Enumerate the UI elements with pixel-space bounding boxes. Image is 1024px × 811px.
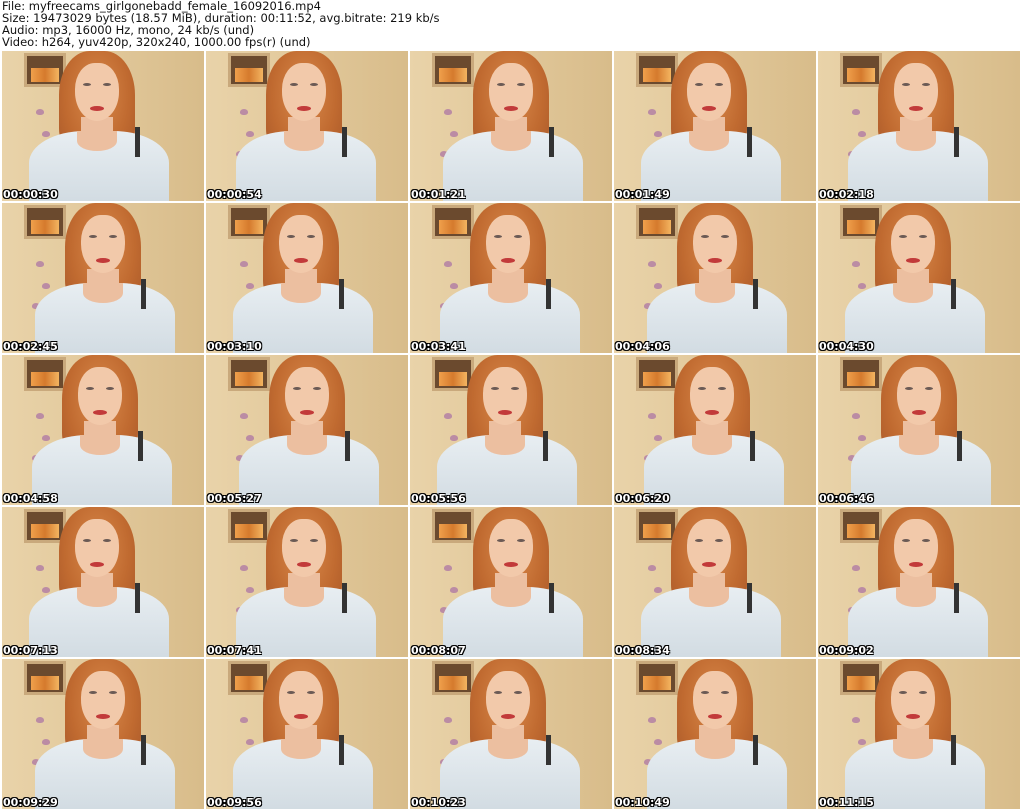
person — [5, 659, 204, 809]
video-thumbnail: 00:10:23 — [410, 659, 612, 809]
timestamp: 00:05:56 — [411, 492, 466, 505]
timestamp: 00:05:27 — [207, 492, 262, 505]
timestamp: 00:03:10 — [207, 340, 262, 353]
person — [2, 355, 204, 505]
video-thumbnail: 00:06:20 — [614, 355, 816, 505]
timestamp: 00:07:41 — [207, 644, 262, 657]
video-thumbnail: 00:09:02 — [818, 507, 1020, 657]
person — [410, 203, 612, 353]
timestamp: 00:01:21 — [411, 188, 466, 201]
timestamp: 00:07:13 — [3, 644, 58, 657]
timestamp: 00:06:20 — [615, 492, 670, 505]
timestamp: 00:02:18 — [819, 188, 874, 201]
video-thumbnail: 00:08:34 — [614, 507, 816, 657]
person — [5, 203, 204, 353]
timestamp: 00:08:34 — [615, 644, 670, 657]
video-thumbnail: 00:09:56 — [206, 659, 408, 809]
person — [206, 51, 408, 201]
video-thumbnail: 00:11:15 — [818, 659, 1020, 809]
video-thumbnail: 00:01:49 — [614, 51, 816, 201]
person — [2, 51, 201, 201]
video-thumbnail: 00:02:45 — [2, 203, 204, 353]
person — [617, 203, 816, 353]
file-info-header: File: myfreecams_girlgonebadd_female_160… — [2, 0, 440, 48]
video-thumbnail: 00:08:07 — [410, 507, 612, 657]
timestamp: 00:08:07 — [411, 644, 466, 657]
person — [206, 659, 405, 809]
person — [818, 51, 1020, 201]
person — [818, 659, 1017, 809]
video-thumbnail: 00:02:18 — [818, 51, 1020, 201]
video-info: Video: h264, yuv420p, 320x240, 1000.00 f… — [2, 35, 311, 49]
timestamp: 00:09:29 — [3, 796, 58, 809]
timestamp: 00:00:54 — [207, 188, 262, 201]
video-thumbnail: 00:03:41 — [410, 203, 612, 353]
video-thumbnail: 00:05:56 — [410, 355, 612, 505]
timestamp: 00:04:06 — [615, 340, 670, 353]
video-thumbnail: 00:07:13 — [2, 507, 204, 657]
timestamp: 00:02:45 — [3, 340, 58, 353]
timestamp: 00:00:30 — [3, 188, 58, 201]
video-thumbnail: 00:09:29 — [2, 659, 204, 809]
video-thumbnail: 00:00:30 — [2, 51, 204, 201]
video-thumbnail: 00:04:06 — [614, 203, 816, 353]
timestamp: 00:10:49 — [615, 796, 670, 809]
person — [410, 355, 609, 505]
video-thumbnail: 00:00:54 — [206, 51, 408, 201]
video-thumbnail: 00:01:21 — [410, 51, 612, 201]
video-thumbnail: 00:03:10 — [206, 203, 408, 353]
timestamp: 00:09:02 — [819, 644, 874, 657]
timestamp: 00:09:56 — [207, 796, 262, 809]
video-thumbnail: 00:07:41 — [206, 507, 408, 657]
timestamp: 00:06:46 — [819, 492, 874, 505]
video-thumbnail: 00:04:30 — [818, 203, 1020, 353]
timestamp: 00:04:30 — [819, 340, 874, 353]
video-thumbnail: 00:06:46 — [818, 355, 1020, 505]
person — [209, 355, 408, 505]
person — [2, 507, 201, 657]
person — [614, 51, 813, 201]
person — [821, 355, 1020, 505]
person — [818, 203, 1017, 353]
person — [818, 507, 1020, 657]
person — [206, 507, 408, 657]
person — [413, 507, 612, 657]
thumbnail-grid: 00:00:30 00:00:54 00:01:21 00:01:49 00:02:18… — [2, 51, 1020, 809]
person — [614, 355, 816, 505]
person — [617, 659, 816, 809]
timestamp: 00:01:49 — [615, 188, 670, 201]
timestamp: 00:10:23 — [411, 796, 466, 809]
video-thumbnail: 00:04:58 — [2, 355, 204, 505]
timestamp: 00:04:58 — [3, 492, 58, 505]
video-thumbnail: 00:10:49 — [614, 659, 816, 809]
timestamp: 00:03:41 — [411, 340, 466, 353]
person — [614, 507, 813, 657]
timestamp: 00:11:15 — [819, 796, 874, 809]
person — [413, 51, 612, 201]
video-thumbnail: 00:05:27 — [206, 355, 408, 505]
person — [410, 659, 612, 809]
person — [206, 203, 405, 353]
